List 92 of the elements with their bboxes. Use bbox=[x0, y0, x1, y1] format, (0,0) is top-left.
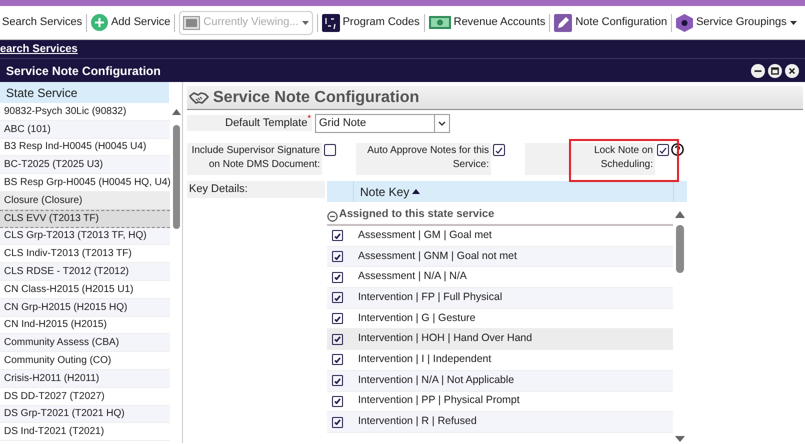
toolbar-button[interactable]: Revenue Accounts bbox=[428, 14, 546, 31]
checkbox[interactable] bbox=[657, 144, 669, 156]
checkbox[interactable] bbox=[332, 313, 343, 324]
checkbox[interactable] bbox=[493, 144, 505, 156]
toolbar-button[interactable]: Program Codes bbox=[322, 14, 420, 32]
numbers-icon bbox=[322, 14, 340, 32]
banknote-icon bbox=[428, 16, 451, 29]
group-header: Assigned to this state service bbox=[339, 206, 494, 222]
add-icon bbox=[91, 14, 108, 31]
template-dropdown[interactable]: Grid Note bbox=[315, 114, 450, 132]
close-button[interactable] bbox=[785, 64, 799, 78]
pencil-note-icon bbox=[554, 14, 572, 32]
checkbox-label: Lock Note on Scheduling: bbox=[525, 143, 655, 175]
grid-row[interactable]: Intervention | HOH | Hand Over Hand bbox=[327, 329, 673, 350]
breadcrumb-link[interactable]: earch Services bbox=[0, 40, 78, 58]
grid-row[interactable]: Intervention | FP | Full Physical bbox=[327, 288, 673, 309]
caret-icon bbox=[790, 20, 797, 24]
checkbox-label: Include Supervisor Signature on Note DMS Document: bbox=[187, 143, 322, 175]
list-item[interactable]: DS Grp-T2021 (T2021 HQ) bbox=[0, 406, 170, 424]
note-key-text: Intervention | PP | Physical Prompt bbox=[358, 393, 520, 408]
checkbox[interactable] bbox=[332, 334, 343, 345]
toolbar-link[interactable]: Search Services bbox=[0, 14, 82, 31]
list-item[interactable]: B3 Resp Ind-H0045 (H0045 U4) bbox=[0, 138, 170, 156]
hexagon-icon bbox=[676, 14, 694, 32]
list-item[interactable]: Closure (Closure) bbox=[0, 192, 170, 210]
list-item[interactable]: CLS EVV (T2013 TF) bbox=[0, 210, 170, 228]
checkmark-icon bbox=[334, 232, 341, 239]
checkmark-icon bbox=[659, 146, 667, 154]
note-key-text: Intervention | FP | Full Physical bbox=[358, 290, 502, 306]
toolbar-button[interactable]: Service Groupings bbox=[676, 14, 797, 32]
collapse-icon[interactable] bbox=[327, 211, 338, 222]
grid-row[interactable]: Intervention | R | Refused bbox=[327, 412, 673, 433]
field-label: Default Template$^{*}$ bbox=[225, 114, 311, 131]
checkbox[interactable] bbox=[332, 251, 343, 262]
note-key-text: Intervention | HOH | Hand Over Hand bbox=[358, 331, 532, 346]
list-item[interactable]: Crisis-H2011 (H2011) bbox=[0, 370, 170, 388]
scroll-thumb[interactable] bbox=[676, 225, 684, 273]
checkmark-icon bbox=[334, 294, 341, 301]
checkmark-icon bbox=[334, 356, 341, 363]
note-key-text: Assessment | N/A | N/A bbox=[358, 269, 467, 284]
grid-row[interactable]: Intervention | N/A | Not Applicable bbox=[327, 370, 673, 392]
checkbox[interactable] bbox=[324, 144, 336, 156]
section-heading: Service Note Configuration bbox=[213, 88, 420, 108]
checkmark-icon bbox=[334, 274, 341, 280]
note-key-text: Intervention | R | Refused bbox=[358, 414, 477, 430]
note-key-text: Assessment | GM | Goal met bbox=[358, 228, 492, 243]
required-mark: * bbox=[307, 113, 311, 124]
checkmark-icon bbox=[495, 146, 503, 154]
checkbox-label: Auto Approve Notes for this Service: bbox=[356, 143, 491, 175]
note-key-text: Intervention | N/A | Not Applicable bbox=[358, 372, 514, 388]
caret-icon bbox=[302, 20, 309, 24]
checkmark-icon bbox=[334, 378, 341, 384]
window-title: Service Note Configuration bbox=[6, 62, 161, 80]
toolbar-button[interactable]: Note Configuration bbox=[554, 14, 668, 32]
checkmark-icon bbox=[334, 316, 341, 322]
grid-row[interactable]: Assessment | GNM | Goal not met bbox=[327, 246, 673, 268]
list-item[interactable]: Community Assess (CBA) bbox=[0, 334, 170, 352]
help-icon[interactable] bbox=[671, 143, 684, 156]
grid-row[interactable]: Intervention | PP | Physical Prompt bbox=[327, 392, 673, 412]
maximize-button[interactable] bbox=[768, 64, 782, 78]
handshake-icon bbox=[189, 90, 209, 104]
scroll-up-icon[interactable] bbox=[172, 109, 181, 115]
checkbox[interactable] bbox=[332, 354, 343, 366]
scroll-down-icon[interactable] bbox=[675, 436, 685, 442]
checkbox[interactable] bbox=[332, 416, 343, 428]
note-key-text: Assessment | GNM | Goal not met bbox=[358, 248, 517, 264]
scroll-thumb[interactable] bbox=[173, 125, 180, 229]
checkbox[interactable] bbox=[332, 230, 343, 242]
list-item[interactable]: ABC (101) bbox=[0, 120, 170, 139]
window-icon bbox=[183, 16, 200, 30]
toolbar-button[interactable]: Add Service bbox=[91, 14, 170, 31]
scroll-up-icon[interactable] bbox=[675, 211, 685, 218]
note-key-text: Intervention | I | Independent bbox=[358, 352, 492, 368]
sort-ascending-icon bbox=[412, 189, 420, 194]
list-item[interactable]: CLS RDSE - T2012 (T2012) bbox=[0, 263, 170, 281]
minimize-button[interactable] bbox=[751, 64, 765, 78]
list-item[interactable]: CLS Grp-T2013 (T2013 TF, HQ) bbox=[0, 228, 170, 246]
checkbox[interactable] bbox=[332, 396, 343, 407]
checkmark-icon bbox=[334, 336, 341, 342]
list-item[interactable]: BC-T2025 (T2025 U3) bbox=[0, 156, 170, 174]
checkmark-icon bbox=[334, 419, 341, 426]
note-key-text: Intervention | G | Gesture bbox=[358, 310, 476, 326]
list-item[interactable]: CN Grp-H2015 (H2015 HQ) bbox=[0, 298, 170, 317]
checkmark-icon bbox=[334, 254, 341, 260]
checkbox[interactable] bbox=[332, 375, 343, 386]
checkbox[interactable] bbox=[332, 292, 343, 304]
column-header[interactable]: State Service bbox=[0, 82, 169, 103]
list-item[interactable]: CN Ind-H2015 (H2015) bbox=[0, 316, 170, 334]
field-label: Key Details: bbox=[189, 182, 248, 198]
checkbox[interactable] bbox=[332, 272, 343, 283]
chevron-down-icon bbox=[438, 120, 446, 126]
checkmark-icon bbox=[334, 398, 341, 404]
